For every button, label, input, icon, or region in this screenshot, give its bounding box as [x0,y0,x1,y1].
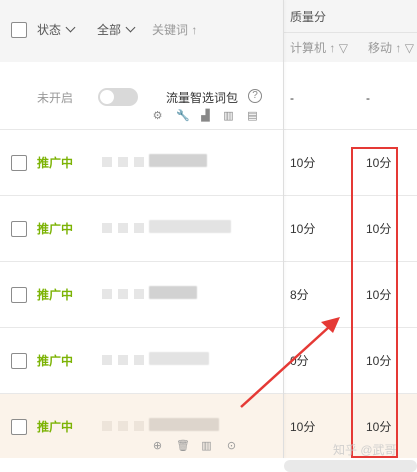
divider [284,32,417,33]
filter-icon[interactable]: ▽ [405,41,414,55]
chevron-down-icon [65,22,76,33]
bar-chart-icon[interactable]: ▟ [199,110,212,123]
keyword-obscured [118,157,128,167]
smart-package-title: 流量智选词包 [166,91,239,105]
keyword-obscured [149,418,219,431]
computer-score: 8分 [290,288,309,302]
status-badge: 推广中 [37,156,74,170]
status-badge: 推广中 [37,288,74,302]
mobile-column-header[interactable]: 移动 ↑ ▽ [368,40,414,56]
row-checkbox[interactable] [11,419,27,435]
status-badge: 推广中 [37,222,74,236]
keyword-obscured [102,421,112,431]
keyword-obscured [118,289,128,299]
fixed-column-divider [283,0,284,458]
mobile-header-label: 移动 [368,41,393,55]
trash-icon[interactable]: 🗑 [176,440,190,453]
keyword-obscured [134,355,144,365]
status-badge: 推广中 [37,354,74,368]
keyword-obscured [149,220,231,233]
keyword-obscured [134,289,144,299]
select-all-checkbox[interactable] [11,22,27,38]
keyword-obscured [134,421,144,431]
keyword-obscured [149,286,197,299]
clipboard-icon[interactable]: ▤ [246,110,259,123]
keyword-table: 状态 全部 关键词 ↑ 质量分 计算机 ↑ ▽ 移动 ↑ ▽ 未开启 流量智选词… [0,0,417,472]
smart-computer-score: - [290,91,294,105]
smart-mobile-score: - [366,91,370,105]
more-icon[interactable]: ⊙ [225,440,238,453]
column-chart-icon[interactable]: ▥ [222,110,235,123]
status-filter[interactable]: 状态 [37,22,76,38]
sort-asc-icon[interactable]: ↑ [395,41,401,55]
row-checkbox[interactable] [11,221,27,237]
target-icon[interactable]: ⊕ [151,440,164,453]
keyword-obscured [118,223,128,233]
filter-icon[interactable]: ▽ [339,41,348,55]
keyword-header-label: 关键词 [152,23,189,37]
arrow-head [321,317,340,333]
help-icon[interactable]: ? [248,89,262,103]
smart-package-toggle[interactable] [98,88,138,106]
status-filter-label: 状态 [37,23,62,37]
row-divider [0,129,417,130]
smart-row-status: 未开启 [37,91,74,105]
keyword-obscured [134,223,144,233]
row-checkbox[interactable] [11,155,27,171]
computer-score: 10分 [290,156,316,170]
computer-column-header[interactable]: 计算机 ↑ ▽ [290,40,348,56]
keyword-obscured [118,355,128,365]
quality-score-header: 质量分 [290,10,327,24]
keyword-obscured [118,421,128,431]
computer-score: 10分 [290,222,316,236]
all-filter-dropdown[interactable]: 全部 [97,22,136,38]
keyword-obscured [149,352,209,365]
keyword-obscured [134,157,144,167]
keyword-column-header[interactable]: 关键词 ↑ [152,22,197,38]
keyword-obscured [102,289,112,299]
chevron-down-icon [125,22,136,33]
status-badge: 推广中 [37,420,74,434]
horizontal-scrollbar[interactable] [284,460,417,472]
all-filter-label: 全部 [97,23,122,37]
computer-score: 0分 [290,354,309,368]
sort-asc-icon[interactable]: ↑ [191,23,197,37]
computer-header-label: 计算机 [290,41,327,55]
keyword-obscured [102,223,112,233]
annotation-box [351,147,398,458]
wrench-icon[interactable]: 🔧 [176,110,190,123]
gear-icon[interactable]: ⚙ [151,110,164,123]
row-checkbox[interactable] [11,287,27,303]
keyword-obscured [149,154,207,167]
column-chart-icon[interactable]: ▥ [200,440,213,453]
computer-score: 10分 [290,420,316,434]
row-checkbox[interactable] [11,353,27,369]
watermark: 知乎 @武哥 [333,443,397,457]
keyword-obscured [102,157,112,167]
sort-asc-icon[interactable]: ↑ [329,41,335,55]
keyword-obscured [102,355,112,365]
